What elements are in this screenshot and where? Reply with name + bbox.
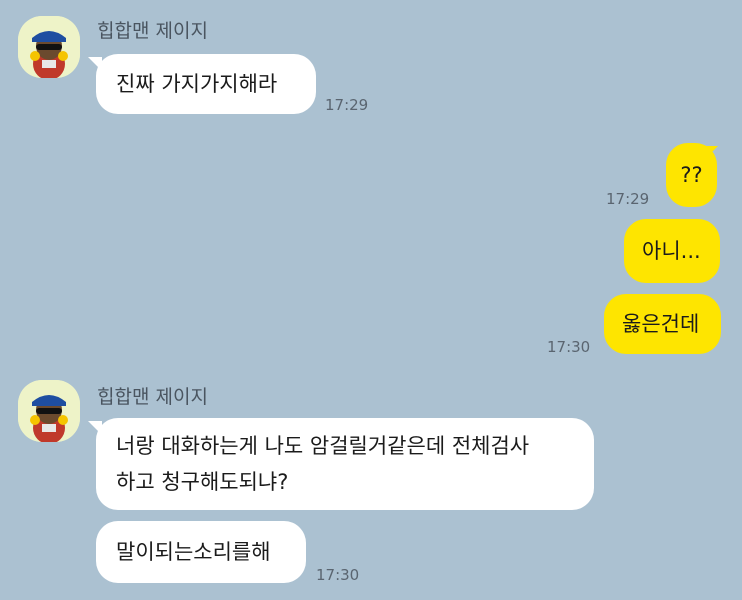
sender-name: 힙합맨 제이지 <box>97 386 208 408</box>
message-line: 하고 청구해도되냐? <box>116 470 289 494</box>
hiphop-character-avatar-icon[interactable] <box>18 16 80 78</box>
incoming-message-bubble[interactable]: 진짜 가지가지해라 <box>96 54 316 114</box>
chat-room[interactable]: 힙합맨 제이지 진짜 가지가지해라 17:29 17:29 ?? 아니... 1… <box>0 0 742 600</box>
message-timestamp: 17:29 <box>606 190 650 208</box>
message-timestamp: 17:30 <box>316 566 360 584</box>
message-timestamp: 17:29 <box>325 96 369 114</box>
message-timestamp: 17:30 <box>547 338 591 356</box>
incoming-message-bubble[interactable]: 말이되는소리를해 <box>96 521 306 583</box>
hiphop-character-avatar-icon[interactable] <box>18 380 80 442</box>
sender-name: 힙합맨 제이지 <box>97 20 208 42</box>
outgoing-message-bubble[interactable]: 옳은건데 <box>604 294 721 354</box>
message-line: 너랑 대화하는게 나도 암걸릴거같은데 전체검사 <box>116 434 530 458</box>
outgoing-message-bubble[interactable]: 아니... <box>624 219 720 283</box>
outgoing-message-bubble[interactable]: ?? <box>666 143 717 207</box>
incoming-message-bubble[interactable]: 너랑 대화하는게 나도 암걸릴거같은데 전체검사 하고 청구해도되냐? <box>96 418 594 510</box>
